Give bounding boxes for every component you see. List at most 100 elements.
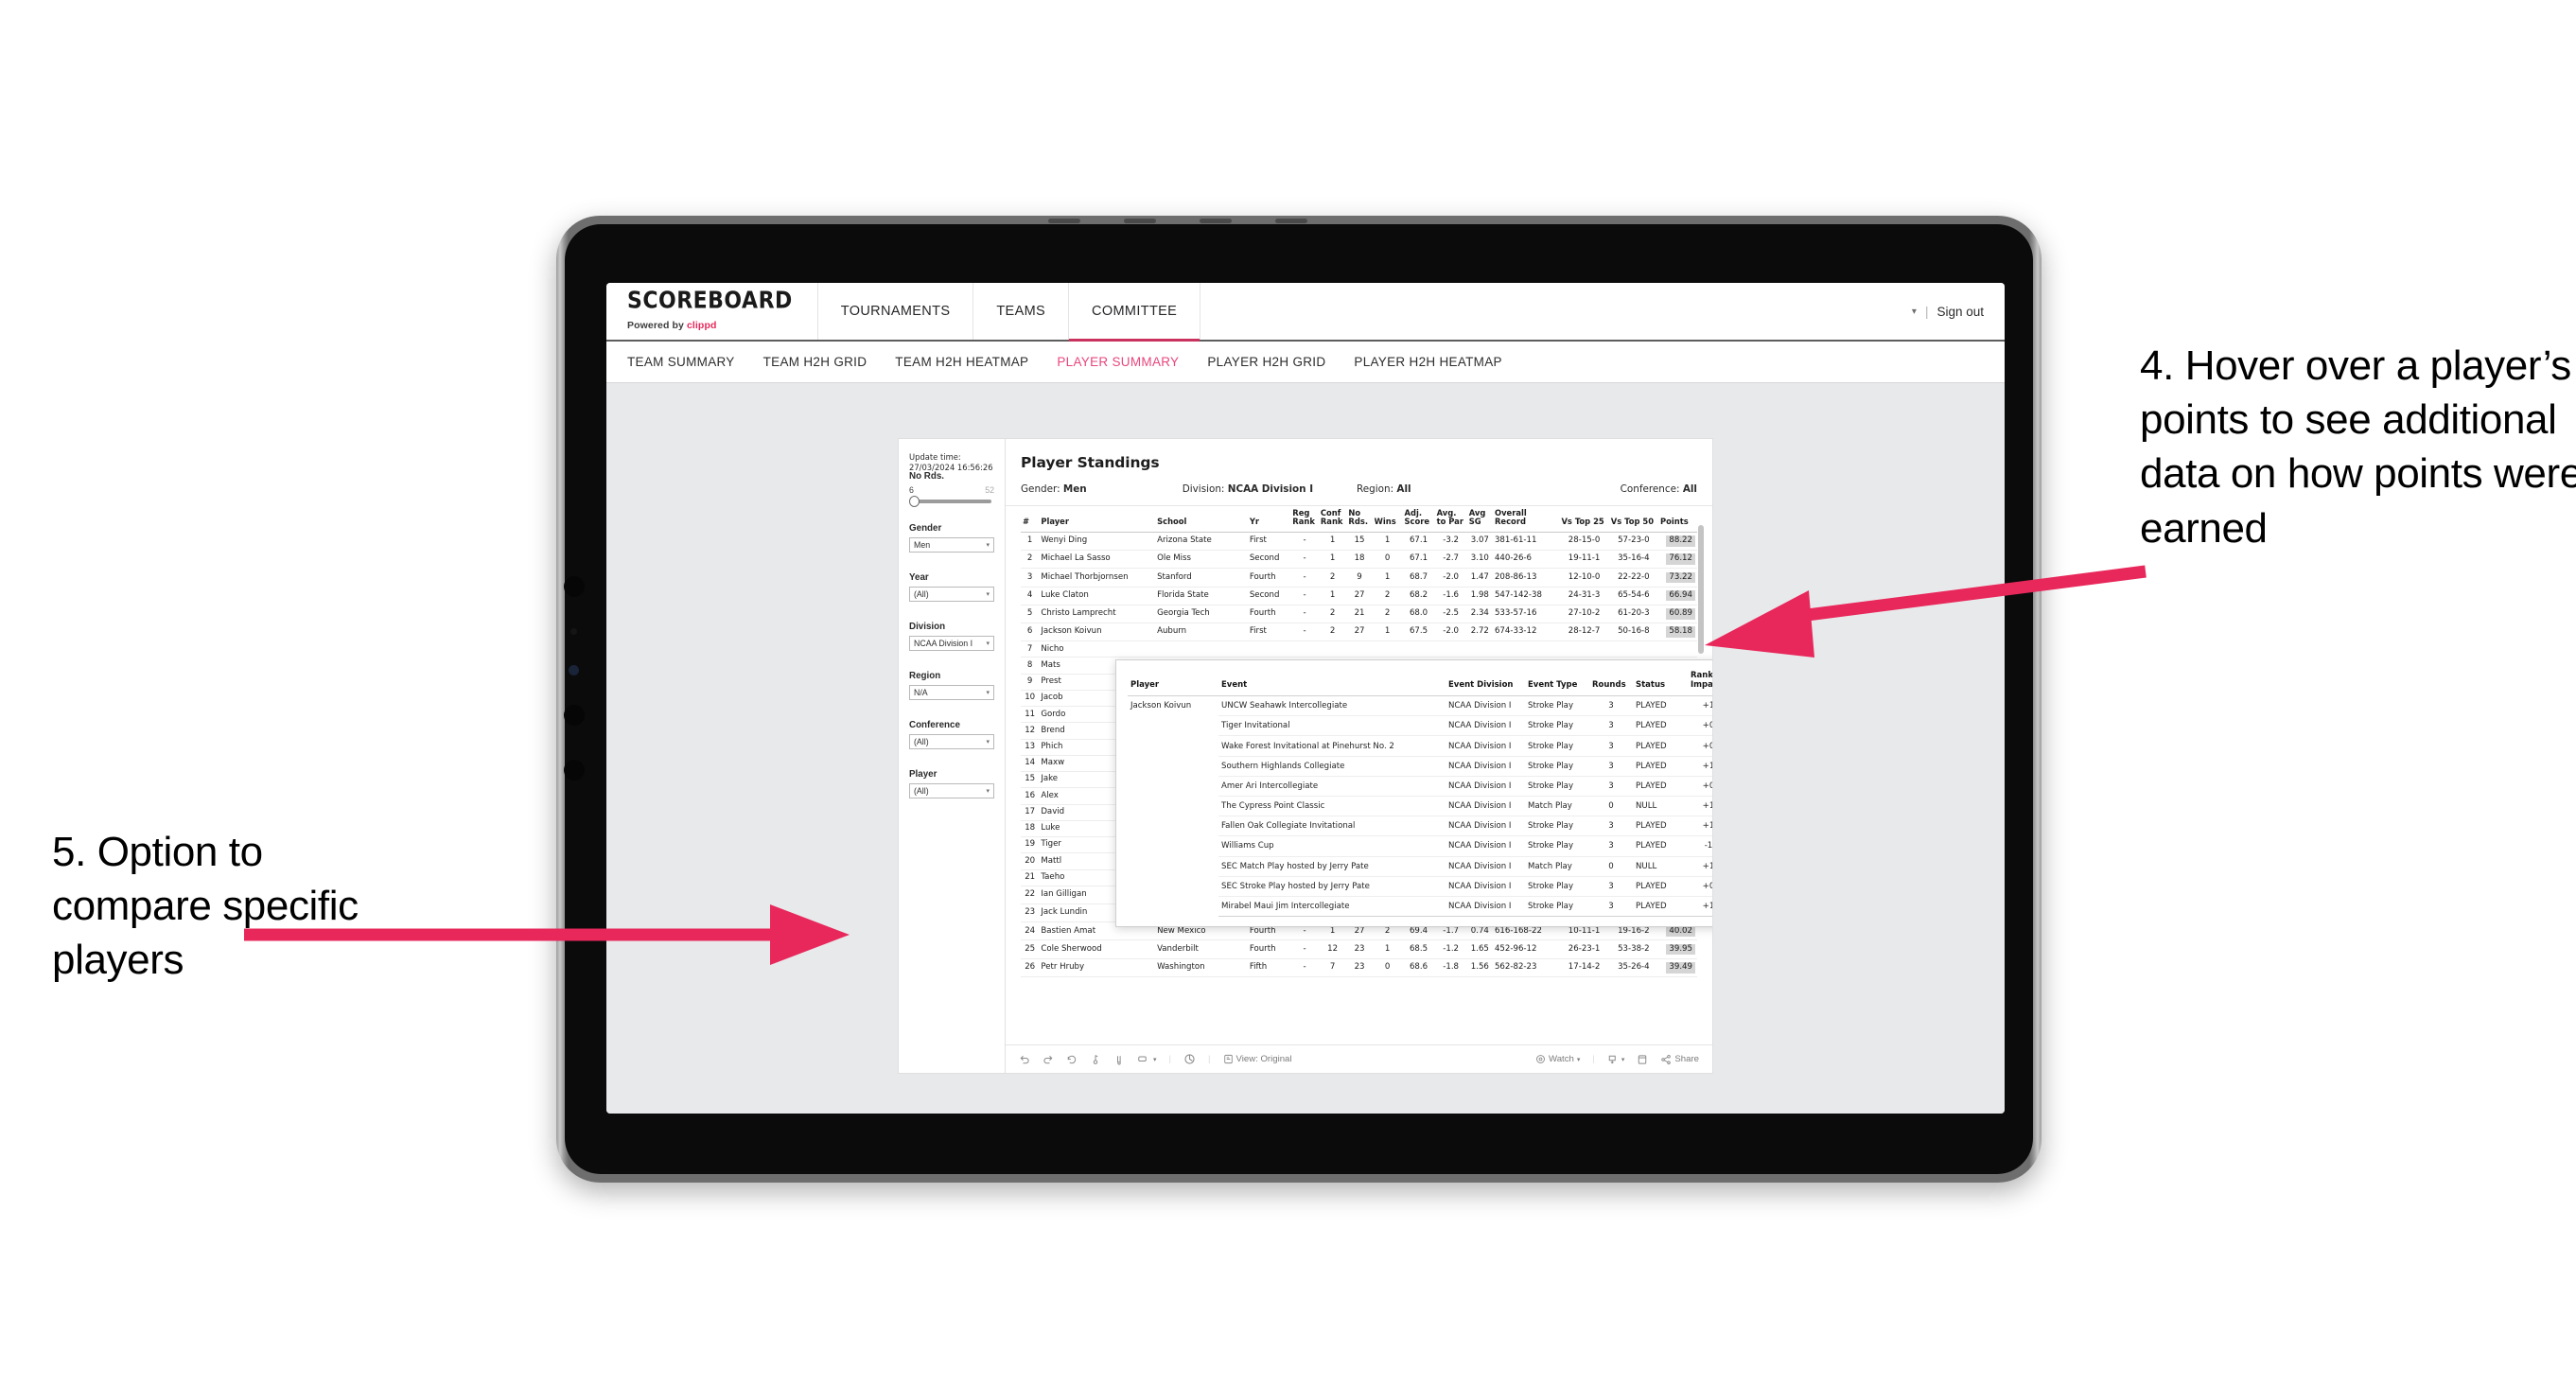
col-header-wins[interactable]: Wins <box>1372 506 1403 533</box>
nav-item-teams[interactable]: TEAMS <box>973 283 1070 340</box>
col-header-adj-score[interactable]: Adj. Score <box>1402 506 1435 533</box>
cell-points[interactable]: 66.94 <box>1658 587 1697 605</box>
col-header-yr[interactable]: Yr <box>1247 506 1291 533</box>
table-row[interactable]: 26 Petr Hruby Washington Fifth -7 23 0 68.6 -1.8… <box>1021 958 1697 977</box>
table-row[interactable]: 3 Michael Thorbjornsen Stanford Fourth -2 9 1 6… <box>1021 568 1697 588</box>
table-row[interactable]: 6 Jackson Koivun Auburn First -2 27 1 67.5 -2.0 2… <box>1021 623 1697 642</box>
brand-logo[interactable]: SCOREBOARD Powered by clippd <box>606 283 818 340</box>
highlight-icon[interactable] <box>1183 1053 1196 1065</box>
undo-icon[interactable] <box>1019 1054 1030 1065</box>
fullscreen-icon[interactable] <box>1637 1054 1648 1065</box>
col-header-vs-top-50[interactable]: Vs Top 50 <box>1608 506 1658 533</box>
sign-out-link[interactable]: Sign out <box>1936 305 1984 319</box>
cell-points[interactable]: 73.22 <box>1658 568 1697 588</box>
tab-player-summary[interactable]: PLAYER SUMMARY <box>1057 355 1179 369</box>
no-rounds-slider[interactable] <box>909 496 991 507</box>
share-button[interactable]: Share <box>1660 1054 1699 1065</box>
year-dropdown[interactable]: (All) ▾ <box>909 587 994 602</box>
table-row[interactable]: 2 Michael La Sasso Ole Miss Second -1 18 0 67.1… <box>1021 550 1697 570</box>
col-header-conf-rank[interactable]: Conf Rank <box>1318 506 1347 533</box>
cell-points[interactable]: 76.12 <box>1658 550 1697 570</box>
col-header-overall-record[interactable]: Overall Record <box>1492 506 1560 533</box>
col-header-avg-sg[interactable]: Avg SG <box>1466 506 1493 533</box>
update-time-label: Update time: <box>909 452 961 462</box>
watch-button[interactable]: Watch ▾ <box>1535 1054 1580 1064</box>
tab-team-summary[interactable]: TEAM SUMMARY <box>627 355 735 369</box>
col-header-no-rds[interactable]: No Rds. <box>1346 506 1373 533</box>
cell-vs-top-50: 35-26-4 <box>1608 958 1658 977</box>
table-row[interactable]: 4 Luke Claton Florida State Second -1 27 2 68.2… <box>1021 587 1697 605</box>
col-header-rank[interactable]: # <box>1021 506 1040 533</box>
tooltip-row: SEC Match Play hosted by Jerry Pate NCAA … <box>1128 856 1712 877</box>
table-row[interactable]: 5 Christo Lamprecht Georgia Tech Fourth -2 21… <box>1021 605 1697 623</box>
table-row[interactable]: 1 Wenyi Ding Arizona State First -1 15 1 67.1 -3… <box>1021 532 1697 552</box>
filter-player: Player (All) ▾ <box>909 769 994 798</box>
cell-rank: 25 <box>1021 939 1040 959</box>
cell-school: Florida State <box>1155 587 1248 605</box>
revert-icon[interactable] <box>1066 1054 1078 1065</box>
col-header-points[interactable]: Points <box>1658 506 1697 533</box>
cell-vs-top-50: 57-23-0 <box>1608 532 1658 552</box>
cell-points[interactable]: 60.89 <box>1658 605 1697 623</box>
table-row[interactable]: 25 Cole Sherwood Vanderbilt Fourth -12 23 1 68.… <box>1021 939 1697 959</box>
cell-school: Ole Miss <box>1155 550 1248 570</box>
view-original-button[interactable]: View: Original <box>1223 1054 1292 1064</box>
nav-item-tournaments[interactable]: TOURNAMENTS <box>818 283 974 340</box>
slider-handle[interactable] <box>909 496 920 507</box>
nav-item-committee[interactable]: COMMITTEE <box>1069 283 1201 342</box>
gender-dropdown[interactable]: Men ▾ <box>909 537 994 553</box>
col-header-avg-to-par[interactable]: Avg. to Par <box>1434 506 1467 533</box>
cell-points[interactable]: 39.95 <box>1658 939 1697 959</box>
tooltip-cell-event-division: NCAA Division I <box>1446 715 1525 737</box>
primary-nav: TOURNAMENTS TEAMS COMMITTEE <box>818 283 1201 342</box>
tooltip-col-event-division: Event Division <box>1446 672 1525 697</box>
cell-avg-sg: 2.34 <box>1466 605 1493 623</box>
visualization-body: No Rds. 6 52 Gender Men ▾ Year (All) ▾ D… <box>899 439 1712 1073</box>
redo-icon[interactable] <box>1043 1054 1054 1065</box>
tab-team-h2h-grid[interactable]: TEAM H2H GRID <box>763 355 867 369</box>
table-row[interactable]: 7 Nicho <box>1021 640 1697 658</box>
tablet-speaker-grill <box>1048 219 1080 223</box>
division-dropdown[interactable]: NCAA Division I ▾ <box>909 636 994 651</box>
division-dropdown-value: NCAA Division I <box>914 639 973 648</box>
tooltip-cell-event: UNCW Seahawk Intercollegiate <box>1218 695 1446 717</box>
share-label: Share <box>1674 1054 1699 1064</box>
cell-conf-rank: 1 <box>1318 550 1347 570</box>
pause-refresh-icon[interactable] <box>1113 1054 1125 1065</box>
conference-dropdown[interactable]: (All) ▾ <box>909 734 994 749</box>
filter-rail: No Rds. 6 52 Gender Men ▾ Year (All) ▾ D… <box>899 439 1006 1073</box>
col-header-reg-rank[interactable]: Reg Rank <box>1290 506 1319 533</box>
cell-rank: 17 <box>1021 804 1040 821</box>
cell-points[interactable] <box>1658 640 1697 658</box>
col-header-player[interactable]: Player <box>1039 506 1156 533</box>
chevron-down-icon: ▾ <box>986 690 990 696</box>
tooltip-cell-event: Williams Cup <box>1218 835 1446 857</box>
tablet-speaker-grill <box>1200 219 1232 223</box>
cell-points[interactable]: 58.18 <box>1658 623 1697 642</box>
cell-avg-sg: 3.07 <box>1466 532 1493 552</box>
visualization-container: No Rds. 6 52 Gender Men ▾ Year (All) ▾ D… <box>898 438 1713 1074</box>
cell-points[interactable]: 88.22 <box>1658 532 1697 552</box>
tab-player-h2h-heatmap[interactable]: PLAYER H2H HEATMAP <box>1354 355 1501 369</box>
filter-gender: Gender Men ▾ <box>909 523 994 553</box>
tooltip-col-status: Status <box>1633 672 1688 697</box>
refresh-icon[interactable] <box>1090 1054 1101 1065</box>
filter-icon[interactable]: ▾ <box>1137 1054 1157 1065</box>
chevron-down-icon[interactable]: ▾ <box>1912 307 1917 317</box>
col-header-vs-top-25[interactable]: Vs Top 25 <box>1559 506 1609 533</box>
cell-rank: 8 <box>1021 657 1040 675</box>
cell-no-rds: 23 <box>1346 939 1373 959</box>
tooltip-table-body: Jackson Koivun UNCW Seahawk Intercollegia… <box>1128 695 1712 918</box>
tab-player-h2h-grid[interactable]: PLAYER H2H GRID <box>1207 355 1325 369</box>
player-dropdown[interactable]: (All) ▾ <box>909 783 994 798</box>
tab-team-h2h-heatmap[interactable]: TEAM H2H HEATMAP <box>895 355 1028 369</box>
col-header-school[interactable]: School <box>1155 506 1248 533</box>
cell-school <box>1155 640 1248 658</box>
download-button[interactable]: ▾ <box>1607 1054 1624 1065</box>
chevron-down-icon: ▾ <box>986 788 990 795</box>
toolbar-divider: | <box>1208 1054 1211 1064</box>
region-dropdown[interactable]: N/A ▾ <box>909 685 994 700</box>
cell-points[interactable]: 39.49 <box>1658 958 1697 977</box>
tooltip-cell-rounds: 3 <box>1589 695 1633 717</box>
cell-school: Auburn <box>1155 623 1248 642</box>
